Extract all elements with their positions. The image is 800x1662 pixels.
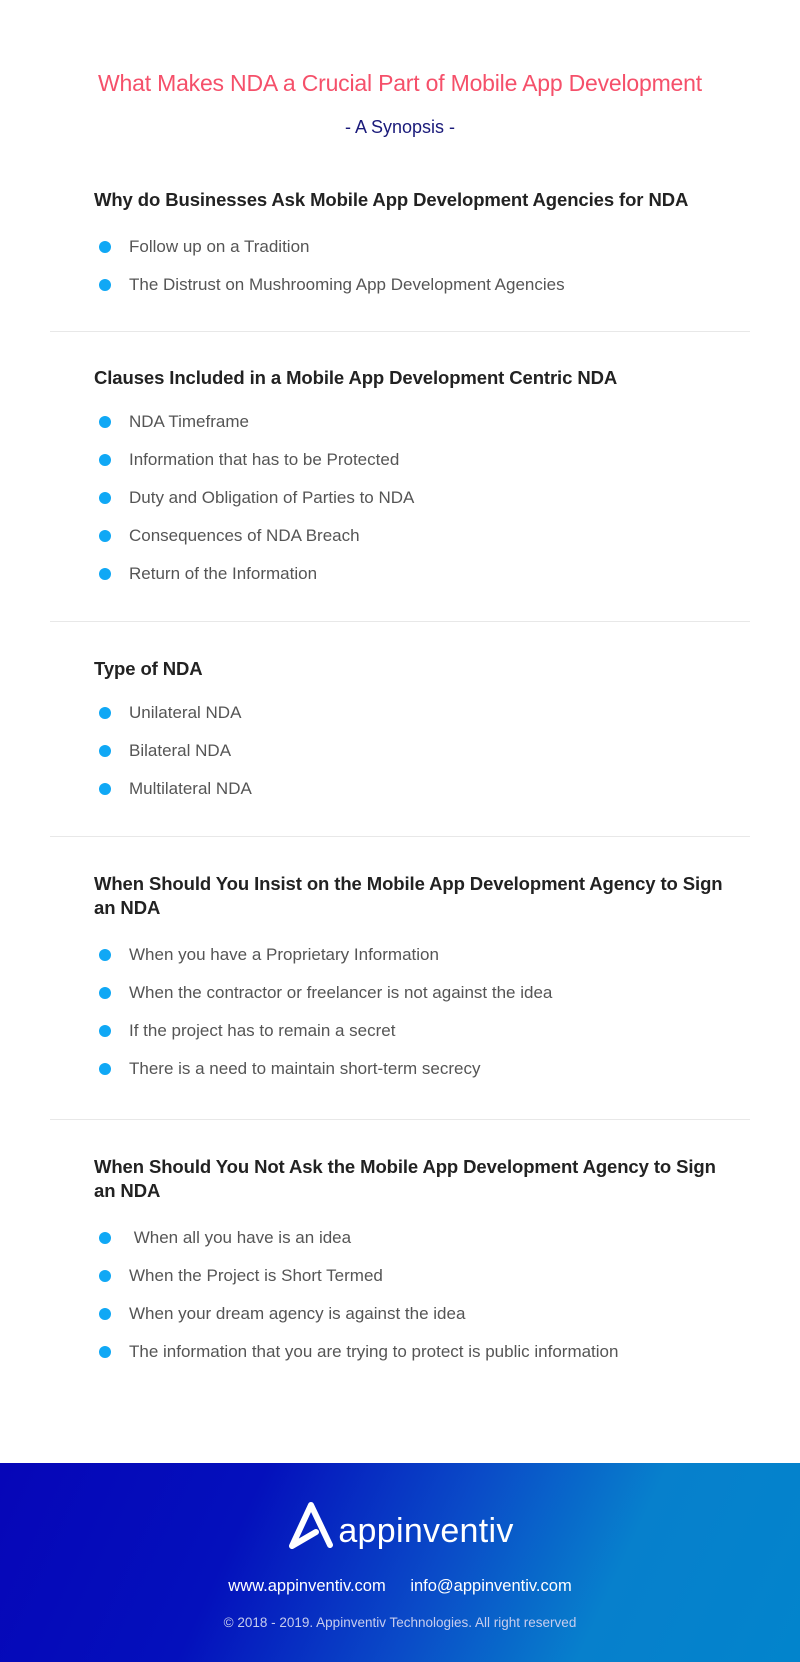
list-item-text: When the Project is Short Termed	[129, 1266, 383, 1285]
list-item-text: Bilateral NDA	[129, 741, 232, 760]
list-item: The information that you are trying to p…	[94, 1333, 734, 1371]
list-item-text: Follow up on a Tradition	[129, 237, 310, 256]
bullet-dot-icon	[99, 1308, 111, 1320]
section-title: Why do Businesses Ask Mobile App Develop…	[94, 189, 689, 210]
list-item: Follow up on a Tradition	[94, 228, 734, 266]
section-when-to-insist: When Should You Insist on the Mobile App…	[94, 872, 734, 1088]
bullet-list: When all you have is an idea When the Pr…	[94, 1219, 734, 1371]
bullet-list: When you have a Proprietary Information …	[94, 936, 734, 1088]
list-item-text: Information that has to be Protected	[129, 450, 400, 469]
list-item: Consequences of NDA Breach	[94, 517, 734, 555]
header: What Makes NDA a Crucial Part of Mobile …	[0, 70, 800, 138]
bullet-list: Unilateral NDA Bilateral NDA Multilatera…	[94, 694, 734, 808]
email-link[interactable]: info@appinventiv.com	[410, 1577, 571, 1595]
footer: appinventiv www.appinventiv.com info@app…	[0, 1463, 800, 1662]
copyright-text: © 2018 - 2019. Appinventiv Technologies.…	[223, 1615, 577, 1630]
bullet-dot-icon	[99, 1025, 111, 1037]
bullet-dot-icon	[99, 1232, 111, 1244]
bullet-dot-icon	[99, 530, 111, 542]
section-why-businesses-ask: Why do Businesses Ask Mobile App Develop…	[94, 188, 734, 304]
brand-name: appinventiv	[338, 1512, 514, 1550]
brand-logo[interactable]: appinventiv	[0, 1499, 800, 1551]
list-item: Return of the Information	[94, 555, 734, 593]
list-item: When the Project is Short Termed	[94, 1257, 734, 1295]
list-item: NDA Timeframe	[94, 403, 734, 441]
bullet-dot-icon	[99, 492, 111, 504]
section-divider	[50, 1119, 750, 1120]
bullet-dot-icon	[99, 783, 111, 795]
contact-info: www.appinventiv.com info@appinventiv.com	[0, 1577, 800, 1596]
section-divider	[50, 331, 750, 332]
bullet-list: Follow up on a Tradition The Distrust on…	[94, 228, 734, 304]
list-item: Bilateral NDA	[94, 732, 734, 770]
list-item: If the project has to remain a secret	[94, 1012, 734, 1050]
list-item: Unilateral NDA	[94, 694, 734, 732]
list-item: The Distrust on Mushrooming App Developm…	[94, 266, 734, 304]
list-item-text: The Distrust on Mushrooming App Developm…	[129, 275, 565, 294]
list-item-text: If the project has to remain a secret	[129, 1021, 396, 1040]
list-item-text: Unilateral NDA	[129, 703, 242, 722]
section-when-not-to-ask: When Should You Not Ask the Mobile App D…	[94, 1155, 734, 1371]
appinventiv-a-logo-icon	[289, 1502, 334, 1549]
list-item-text: NDA Timeframe	[129, 412, 249, 431]
bullet-dot-icon	[99, 416, 111, 428]
section-type-of-nda: Type of NDA Unilateral NDA Bilateral NDA…	[94, 657, 734, 808]
bullet-dot-icon	[99, 241, 111, 253]
bullet-dot-icon	[99, 568, 111, 580]
bullet-dot-icon	[99, 745, 111, 757]
list-item-text: When all you have is an idea	[129, 1228, 352, 1247]
bullet-dot-icon	[99, 279, 111, 291]
bullet-dot-icon	[99, 987, 111, 999]
list-item-text: When the contractor or freelancer is not…	[129, 983, 553, 1002]
list-item-text: There is a need to maintain short-term s…	[129, 1059, 481, 1078]
list-item-text: When your dream agency is against the id…	[129, 1304, 466, 1323]
bullet-dot-icon	[99, 454, 111, 466]
list-item-text: Duty and Obligation of Parties to NDA	[129, 488, 415, 507]
bullet-dot-icon	[99, 1346, 111, 1358]
list-item: When all you have is an idea	[94, 1219, 734, 1257]
section-title: Type of NDA	[94, 658, 203, 679]
section-clauses: Clauses Included in a Mobile App Develop…	[94, 366, 734, 593]
list-item: When your dream agency is against the id…	[94, 1295, 734, 1333]
section-title: When Should You Insist on the Mobile App…	[94, 873, 723, 918]
page-subtitle: - A Synopsis -	[344, 117, 456, 137]
page-title: What Makes NDA a Crucial Part of Mobile …	[98, 70, 702, 96]
section-divider	[50, 621, 750, 622]
list-item-text: Consequences of NDA Breach	[129, 526, 360, 545]
bullet-dot-icon	[99, 949, 111, 961]
list-item-text: When you have a Proprietary Information	[129, 945, 439, 964]
bullet-dot-icon	[99, 1063, 111, 1075]
bullet-list: NDA Timeframe Information that has to be…	[94, 403, 734, 593]
list-item: There is a need to maintain short-term s…	[94, 1050, 734, 1088]
list-item-text: Multilateral NDA	[129, 779, 252, 798]
list-item-text: Return of the Information	[129, 564, 318, 583]
website-link[interactable]: www.appinventiv.com	[228, 1577, 385, 1595]
list-item: When the contractor or freelancer is not…	[94, 974, 734, 1012]
section-title: Clauses Included in a Mobile App Develop…	[94, 367, 618, 388]
bullet-dot-icon	[99, 1270, 111, 1282]
section-title: When Should You Not Ask the Mobile App D…	[94, 1156, 716, 1201]
list-item: When you have a Proprietary Information	[94, 936, 734, 974]
list-item: Multilateral NDA	[94, 770, 734, 808]
bullet-dot-icon	[99, 707, 111, 719]
section-divider	[50, 836, 750, 837]
infographic-page: What Makes NDA a Crucial Part of Mobile …	[0, 0, 800, 1662]
list-item-text: The information that you are trying to p…	[129, 1342, 619, 1361]
list-item: Information that has to be Protected	[94, 441, 734, 479]
list-item: Duty and Obligation of Parties to NDA	[94, 479, 734, 517]
